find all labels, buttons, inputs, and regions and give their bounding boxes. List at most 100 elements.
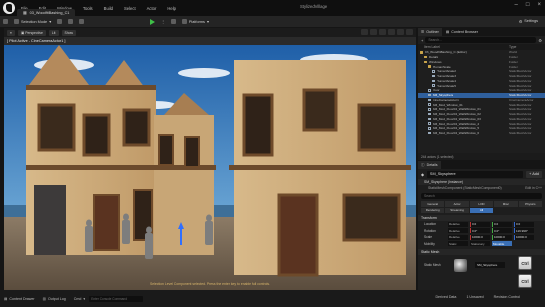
platforms-button[interactable]: Platforms ▾ [179,18,212,26]
menu-select[interactable]: Select [124,6,136,11]
transform-mode-dropdown[interactable]: Relative [448,234,468,240]
tab-details[interactable]: ⓘ Details [418,161,441,169]
category-filters: General Actor LOD Misc Physics Rendering Strea… [418,201,545,213]
transform-mode-dropdown[interactable]: Relative [448,228,468,234]
transform-header-label: Transform [421,216,437,220]
tab-content-browser[interactable]: ▤ Content Browser [443,28,481,36]
settings-button[interactable]: ⚙ Settings [516,17,541,25]
viewport-toolbar: ≡ ▣ Perspective Lit Show [4,28,416,37]
add-content-button[interactable] [54,18,65,26]
folder-icon [420,51,423,54]
category-misc[interactable]: Misc [494,201,518,207]
outliner-search-input[interactable]: Search... [425,37,537,43]
static-mesh-icon [432,79,435,83]
outliner-row[interactable]: SM_Mod_Floor04_WallWindow_6 StaticMeshAct… [418,131,545,136]
selection-mode-button[interactable]: Selection Mode ▾ [11,18,54,26]
transform-rows: Location Relative 0.0 0.0 0.0 Rotation Relativ… [418,221,545,241]
mobility-movable[interactable]: Movable [492,241,512,247]
category-all[interactable]: All [469,207,494,213]
folder-icon [424,55,427,59]
play-options-button[interactable]: ⋮ [158,18,168,26]
viewport-menu-button[interactable]: ≡ [7,29,15,36]
transform-y-field[interactable]: 0.0 [492,221,512,227]
revision-control-button[interactable]: Revision Control [494,295,520,299]
col-item-label[interactable]: Item Label [424,45,440,49]
menu-tools[interactable]: Tools [83,6,93,11]
edit-in-cpp-link[interactable]: Edit in C++ [525,186,542,190]
transform-x-field[interactable]: 0.0° [470,228,490,234]
menu-actor[interactable]: Actor [147,6,157,11]
static-mesh-value: SM_Skysphere [477,263,498,267]
category-rendering[interactable]: Rendering [421,207,445,213]
window-controls: – □ × [515,2,541,8]
cmd-selector[interactable]: Cmd ▾ [70,297,89,301]
menu-build[interactable]: Build [104,6,113,11]
mobility-stationary[interactable]: Stationary [470,241,490,247]
static-mesh-picker[interactable]: SM_Skysphere [475,262,505,268]
camera-speed-button[interactable] [397,29,404,35]
perspective-button[interactable]: ▣ Perspective [17,29,46,36]
category-lod[interactable]: LOD [469,201,494,207]
cinematics-button[interactable] [76,18,87,26]
tab-outliner-label: Outliner [426,30,439,34]
transform-x-field[interactable]: 0.0 [470,221,490,227]
tab-outliner[interactable]: ☰ Outliner [418,28,442,36]
platforms-label: Platforms [188,19,205,24]
minimize-icon[interactable]: – [515,2,518,8]
transform-y-field[interactable]: 10000.0 [492,234,512,240]
category-actor[interactable]: Actor [445,201,469,207]
add-component-button[interactable]: + Add [526,170,542,178]
derived-data-button[interactable]: Derived Data [435,295,456,299]
perspective-icon: ▣ [20,30,25,35]
unsaved-button[interactable]: 1 Unsaved [466,295,483,299]
static-mesh-label: Static Mesh [424,263,441,267]
settings-gear-icon[interactable]: ⚙ [538,38,542,43]
scene-render[interactable] [4,45,416,290]
blueprint-button[interactable] [65,18,76,26]
transform-x-field[interactable]: 10000.0 [470,234,490,240]
save-button[interactable] [0,18,11,26]
level-viewport[interactable]: ≡ ▣ Perspective Lit Show [ Pilot Active … [4,28,416,290]
transform-z-field[interactable]: 0.0 [514,221,534,227]
play-button[interactable] [147,18,158,26]
rotate-tool-button[interactable] [370,29,377,35]
category-streaming[interactable]: Streaming [445,207,469,213]
add-filter-icon[interactable]: + [421,38,423,43]
platforms-icon [181,19,187,24]
show-button[interactable]: Show [61,29,76,36]
category-general[interactable]: General [421,201,445,207]
transform-y-field[interactable]: 0.0° [492,228,512,234]
console-command-input[interactable]: Enter Console Command [89,295,144,302]
menu-help[interactable]: Help [167,6,176,11]
transform-z-field[interactable]: 10000.0 [514,234,534,240]
maximize-icon[interactable]: □ [526,2,530,8]
content-drawer-button[interactable]: ▤ Content Drawer [0,297,39,301]
lit-label: Lit [51,30,56,35]
title-bar: File Edit Window Tools Build Select Acto… [0,0,545,16]
add-icon [57,19,63,24]
static-mesh-icon [428,89,431,92]
close-icon[interactable]: × [537,2,541,8]
output-log-button[interactable]: ▥ Output Log [39,297,70,301]
details-search-input[interactable]: Search [421,193,542,199]
outliner-icon: ☰ [421,30,425,34]
grid-snap-button[interactable] [388,29,395,35]
category-physics[interactable]: Physics [518,201,542,207]
maximize-viewport-button[interactable] [406,29,413,35]
launch-button[interactable] [168,18,179,26]
details-search-placeholder: Search [424,194,435,198]
ctrl-key-overlay: Ctrl [518,256,532,270]
search-placeholder: Search... [428,38,442,42]
mesh-thumbnail[interactable] [454,258,467,272]
actor-name-field[interactable]: SM_Skysphere [426,170,524,178]
level-tab[interactable]: ▦ 03_WoodfitBashing_C1 [17,9,76,16]
content-drawer-label: Content Drawer [9,296,35,301]
translate-tool-button[interactable] [361,29,368,35]
scale-tool-button[interactable] [379,29,386,35]
transform-z-field[interactable]: 119.999° [514,228,534,234]
mobility-static[interactable]: Static [448,241,468,247]
lit-button[interactable]: Lit [48,29,59,36]
transform-mode-dropdown[interactable]: Relative [448,221,468,227]
col-type[interactable]: Type [509,45,539,49]
transform-label: Scale [424,235,432,240]
